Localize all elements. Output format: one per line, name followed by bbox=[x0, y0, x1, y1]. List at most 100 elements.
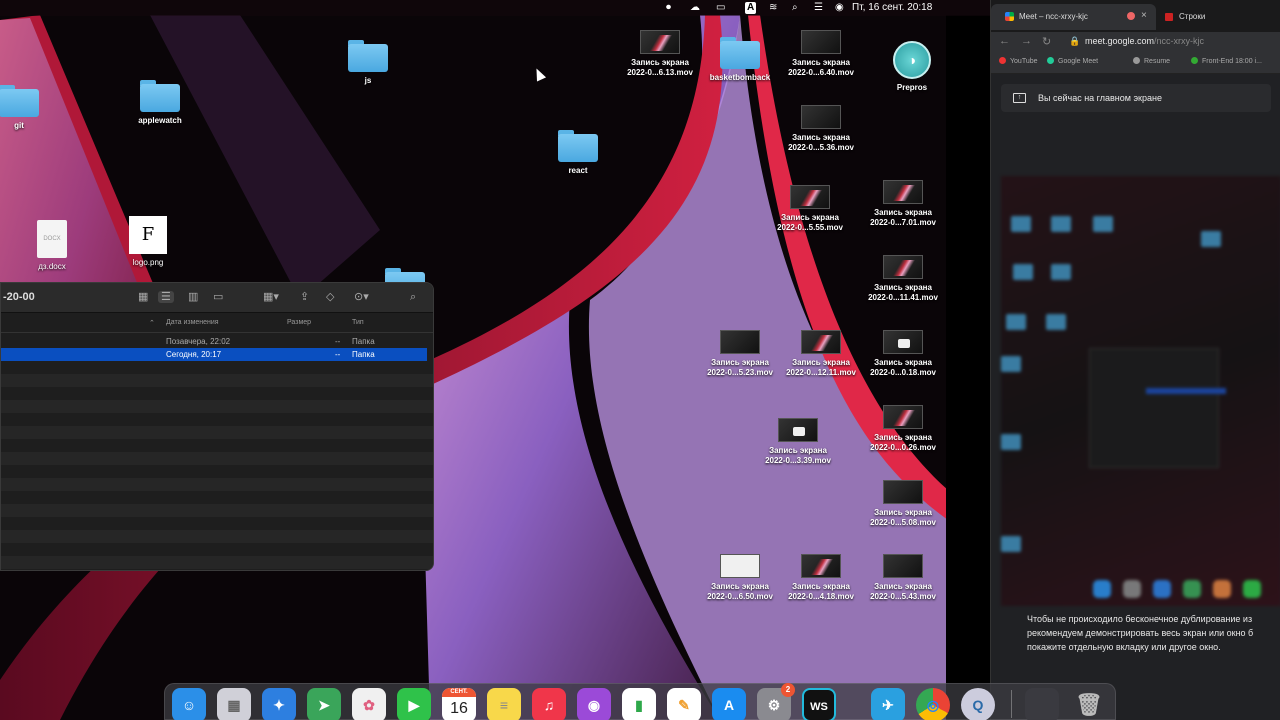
siri-icon[interactable]: ◉ bbox=[835, 2, 844, 14]
table-row[interactable]: Позавчера, 22:02 -- Папка bbox=[1, 335, 433, 348]
sort-chevron-icon[interactable]: ⌃ bbox=[149, 319, 155, 327]
menubar-clock[interactable]: Пт, 16 сент. 20:18 bbox=[852, 2, 932, 13]
desktop-recording[interactable]: Запись экрана 2022-0...7.01.mov bbox=[858, 180, 948, 228]
desktop-recording[interactable]: Запись экрана 2022-0...5.55.mov bbox=[765, 185, 855, 233]
creative-cloud-icon[interactable]: ☁ bbox=[690, 2, 700, 14]
address-input[interactable]: meet.google.com/ncc-xrxy-kjc bbox=[1085, 36, 1204, 46]
desktop-recording[interactable]: Запись экрана 2022-0...6.13.mov bbox=[615, 30, 705, 78]
podcasts-icon[interactable]: ◉ bbox=[577, 688, 611, 720]
webstorm-icon[interactable]: WS bbox=[802, 688, 836, 720]
gallery-view-icon[interactable]: ▭ bbox=[213, 291, 223, 303]
system-preferences-icon[interactable]: ⚙ 2 bbox=[757, 683, 795, 720]
trash-icon[interactable]: 🗑 bbox=[1072, 688, 1106, 720]
video-thumbnail bbox=[801, 330, 841, 354]
control-center-icon[interactable]: ☰ bbox=[814, 2, 823, 14]
keyboard-layout-icon[interactable]: A bbox=[745, 2, 757, 14]
downloads-icon[interactable] bbox=[1025, 688, 1059, 720]
recording-filename: 2022-0...12.11.mov bbox=[786, 368, 856, 377]
desktop-folder[interactable]: js bbox=[323, 40, 413, 86]
desktop-recording[interactable]: Запись экрана 2022-0...5.36.mov bbox=[776, 105, 866, 153]
recording-title: Запись экрана bbox=[781, 213, 839, 222]
empty-row bbox=[1, 543, 433, 556]
recording-title: Запись экрана bbox=[874, 433, 932, 442]
back-arrow-icon[interactable]: ← bbox=[999, 35, 1010, 47]
reload-icon[interactable]: ↻ bbox=[1042, 35, 1051, 48]
bookmark-frontend[interactable]: Front-End 18:00 i... bbox=[1191, 57, 1262, 65]
desktop-app-prepros[interactable]: ◑ Prepros bbox=[867, 41, 957, 93]
empty-row bbox=[1, 439, 433, 452]
bookmark-youtube[interactable]: YouTube bbox=[999, 57, 1038, 65]
recording-filename: 2022-0...6.50.mov bbox=[707, 592, 773, 601]
desktop-folder[interactable]: basketbomback bbox=[695, 37, 785, 83]
desktop-folder[interactable]: git bbox=[0, 85, 64, 131]
more-actions-icon[interactable]: ⊙▾ bbox=[354, 291, 369, 303]
group-by-icon[interactable]: ▦▾ bbox=[263, 291, 279, 303]
desktop-recording[interactable]: Запись экрана 2022-0...0.26.mov bbox=[858, 405, 948, 453]
preview-folder-icon bbox=[1046, 314, 1066, 330]
facetime-icon[interactable]: ▶ bbox=[397, 688, 431, 720]
launchpad-icon[interactable]: ▦ bbox=[217, 688, 251, 720]
desktop-recording[interactable]: Запись экрана 2022-0...3.39.mov bbox=[753, 418, 843, 466]
tab-meet[interactable]: Meet – ncc-xrxy-kjc × bbox=[991, 4, 1156, 30]
app-store-icon[interactable]: A bbox=[712, 688, 746, 720]
desktop-folder[interactable] bbox=[360, 268, 450, 300]
desktop-recording[interactable]: Запись экрана 2022-0...5.43.mov bbox=[858, 554, 948, 602]
search-icon[interactable]: ⌕ bbox=[410, 291, 416, 303]
browser-window[interactable]: Meet – ncc-xrxy-kjc × Строки ← → ↻ 🔒 mee… bbox=[990, 0, 1280, 720]
row-size: -- bbox=[335, 350, 341, 359]
battery-icon[interactable]: ▭ bbox=[716, 2, 725, 14]
forward-arrow-icon[interactable]: → bbox=[1021, 35, 1032, 47]
recording-filename: 2022-0...5.43.mov bbox=[870, 592, 936, 601]
empty-row bbox=[1, 374, 433, 387]
finder-window[interactable]: -20-00 ▦ ☰ ▥ ▭ ▦▾ ⇪ ◇ ⊙▾ ⌕ ⌃ Дата измене… bbox=[0, 282, 434, 571]
desktop-recording[interactable]: Запись экрана 2022-0...6.50.mov bbox=[695, 554, 785, 602]
desktop-file[interactable]: F logo.png bbox=[103, 216, 193, 268]
close-tab-icon[interactable]: × bbox=[1141, 10, 1147, 21]
tab-strings[interactable]: Строки bbox=[1161, 4, 1271, 30]
desktop-recording[interactable]: Запись экрана 2022-0...0.18.mov bbox=[858, 330, 948, 378]
preview-dock-icon bbox=[1123, 580, 1141, 598]
quicktime-icon[interactable]: Q bbox=[961, 688, 995, 720]
recording-title: Запись экрана bbox=[874, 358, 932, 367]
telegram-icon[interactable]: ✈ bbox=[871, 688, 905, 720]
pages-icon[interactable]: ✎ bbox=[667, 688, 701, 720]
desktop-recording[interactable]: Запись экрана 2022-0...4.18.mov bbox=[776, 554, 866, 602]
column-modified[interactable]: Дата изменения bbox=[166, 319, 219, 326]
calendar-icon[interactable]: СЕНТ. 16 bbox=[442, 688, 476, 720]
icon-view-icon[interactable]: ▦ bbox=[138, 291, 148, 303]
desktop-folder[interactable]: applewatch bbox=[115, 80, 205, 126]
preview-folder-icon bbox=[1051, 216, 1071, 232]
chrome-icon[interactable]: ◎ bbox=[916, 688, 950, 720]
bookmark-google-meet[interactable]: Google Meet bbox=[1047, 57, 1098, 65]
safari-icon[interactable]: ✦ bbox=[262, 688, 296, 720]
table-row[interactable]: Сегодня, 20:17 -- Папка bbox=[1, 348, 427, 361]
numbers-icon[interactable]: ▮ bbox=[622, 688, 656, 720]
desktop-recording[interactable]: Запись экрана 2022-0...11.41.mov bbox=[858, 255, 948, 303]
desktop-recording[interactable]: Запись экрана 2022-0...6.40.mov bbox=[776, 30, 866, 78]
lock-icon[interactable]: 🔒 bbox=[1069, 36, 1080, 47]
photos-icon[interactable]: ✿ bbox=[352, 688, 386, 720]
music-icon[interactable]: ♫ bbox=[532, 688, 566, 720]
search-icon[interactable]: ⌕ bbox=[792, 2, 798, 14]
finder-icon[interactable]: ☺ bbox=[172, 688, 206, 720]
folder-icon bbox=[720, 37, 760, 69]
tag-icon[interactable]: ◇ bbox=[326, 291, 334, 303]
list-view-icon[interactable]: ☰ bbox=[158, 291, 174, 303]
desktop-recording[interactable]: Запись экрана 2022-0...5.08.mov bbox=[858, 480, 948, 528]
desktop-folder[interactable]: react bbox=[533, 130, 623, 176]
record-icon[interactable]: ⏺ bbox=[666, 2, 671, 14]
warning-line: Чтобы не происходило бесконечное дублиро… bbox=[1027, 614, 1253, 624]
column-kind[interactable]: Тип bbox=[352, 319, 364, 326]
desktop-recording[interactable]: Запись экрана 2022-0...12.11.mov bbox=[776, 330, 866, 378]
empty-row bbox=[1, 452, 433, 465]
bookmark-resume[interactable]: Resume bbox=[1133, 57, 1170, 65]
share-icon[interactable]: ⇪ bbox=[300, 291, 309, 303]
column-size[interactable]: Размер bbox=[287, 319, 311, 326]
maps-icon[interactable]: ➤ bbox=[307, 688, 341, 720]
notes-icon[interactable]: ≡ bbox=[487, 688, 521, 720]
column-view-icon[interactable]: ▥ bbox=[188, 291, 198, 303]
empty-row bbox=[1, 465, 433, 478]
desktop-file[interactable]: DOCX дз.docx bbox=[7, 220, 97, 272]
desktop-recording[interactable]: Запись экрана 2022-0...5.23.mov bbox=[695, 330, 785, 378]
wifi-icon[interactable]: ≋ bbox=[769, 2, 777, 14]
